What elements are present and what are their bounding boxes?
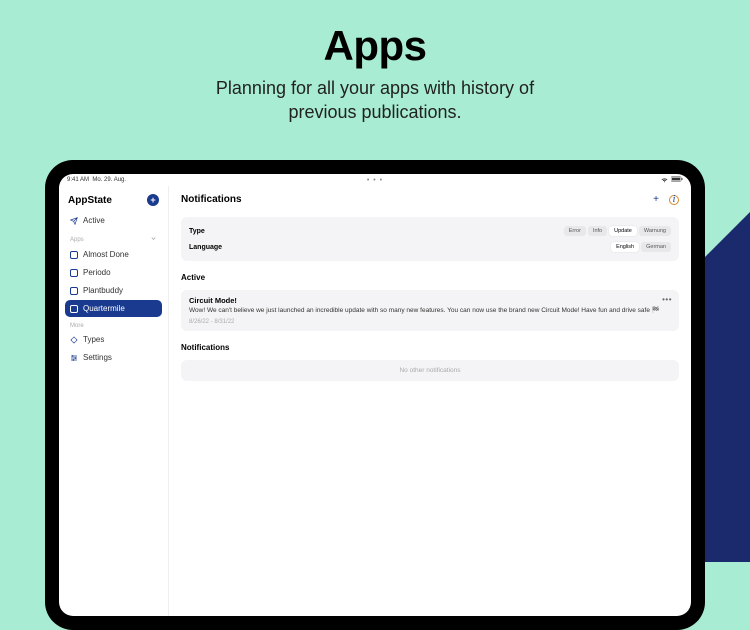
sidebar: AppState + Active Apps bbox=[59, 186, 169, 616]
status-bar: 9:41 AM Mo. 29. Aug. • • • bbox=[59, 174, 691, 186]
sidebar-item-label: Quartermile bbox=[83, 304, 125, 313]
paper-plane-icon bbox=[70, 217, 78, 225]
empty-text: No other notifications bbox=[399, 367, 460, 374]
sidebar-item-label: Settings bbox=[83, 353, 112, 362]
app-item-icon bbox=[70, 287, 78, 295]
app-item-icon bbox=[70, 251, 78, 259]
more-icon[interactable]: ••• bbox=[662, 295, 672, 304]
app-body: AppState + Active Apps bbox=[59, 186, 691, 616]
sidebar-item-plantbuddy[interactable]: Plantbuddy bbox=[65, 282, 162, 299]
filter-row-language: Language English German bbox=[189, 239, 671, 255]
hero-subtitle: Planning for all your apps with history … bbox=[0, 76, 750, 125]
type-chip-group: Error Info Update Warnung bbox=[564, 226, 671, 236]
chip-error[interactable]: Error bbox=[564, 226, 586, 236]
main-content: Notifications + i Type Error Info Update… bbox=[169, 186, 691, 616]
chevron-down-icon bbox=[150, 235, 157, 244]
sidebar-item-label: Periodo bbox=[83, 268, 111, 277]
chip-update[interactable]: Update bbox=[609, 226, 637, 236]
language-chip-group: English German bbox=[611, 242, 671, 252]
add-button[interactable]: + bbox=[147, 194, 159, 206]
sidebar-header: AppState + bbox=[65, 192, 162, 212]
sidebar-item-settings[interactable]: Settings bbox=[65, 349, 162, 366]
sidebar-section-apps[interactable]: Apps bbox=[65, 230, 162, 246]
empty-notifications-panel: No other notifications bbox=[181, 360, 679, 381]
main-actions: + i bbox=[653, 194, 679, 205]
target-icon bbox=[70, 336, 78, 344]
battery-icon bbox=[671, 176, 683, 184]
chip-english[interactable]: English bbox=[611, 242, 639, 252]
notification-title: Circuit Mode! bbox=[189, 296, 671, 305]
ipad-frame: 9:41 AM Mo. 29. Aug. • • • AppState + bbox=[45, 160, 705, 630]
multitask-dots-icon[interactable]: • • • bbox=[367, 177, 383, 184]
sidebar-item-almost-done[interactable]: Almost Done bbox=[65, 246, 162, 263]
info-icon[interactable]: i bbox=[669, 195, 679, 205]
wifi-icon bbox=[661, 176, 668, 185]
sliders-icon bbox=[70, 354, 78, 362]
sidebar-section-more: More bbox=[65, 318, 162, 331]
main-header: Notifications + i bbox=[181, 192, 679, 209]
sidebar-item-label: Almost Done bbox=[83, 250, 129, 259]
sidebar-item-active[interactable]: Active bbox=[65, 212, 162, 229]
hero-section: Apps Planning for all your apps with his… bbox=[0, 0, 750, 125]
filter-label-language: Language bbox=[189, 244, 222, 251]
hero-title: Apps bbox=[0, 22, 750, 70]
notification-body: Wow! We can't believe we just launched a… bbox=[189, 307, 671, 315]
sidebar-item-periodo[interactable]: Periodo bbox=[65, 264, 162, 281]
ipad-screen: 9:41 AM Mo. 29. Aug. • • • AppState + bbox=[59, 174, 691, 616]
filter-panel: Type Error Info Update Warnung Language … bbox=[181, 217, 679, 261]
notification-date: 8/26/22 - 8/31/22 bbox=[189, 319, 671, 325]
sidebar-item-types[interactable]: Types bbox=[65, 331, 162, 348]
chip-warning[interactable]: Warnung bbox=[639, 226, 671, 236]
section-heading-active: Active bbox=[181, 273, 679, 282]
sidebar-item-label: Active bbox=[83, 216, 105, 225]
sidebar-item-label: Types bbox=[83, 335, 104, 344]
chip-info[interactable]: Info bbox=[588, 226, 607, 236]
sidebar-item-quartermile[interactable]: Quartermile bbox=[65, 300, 162, 317]
section-heading-notifications: Notifications bbox=[181, 343, 679, 352]
status-indicators bbox=[661, 176, 683, 185]
sidebar-item-label: Plantbuddy bbox=[83, 286, 123, 295]
add-notification-button[interactable]: + bbox=[653, 194, 659, 205]
app-title: AppState bbox=[68, 195, 112, 206]
filter-label-type: Type bbox=[189, 228, 205, 235]
chip-german[interactable]: German bbox=[641, 242, 671, 252]
page-title: Notifications bbox=[181, 194, 242, 205]
status-time-date: 9:41 AM Mo. 29. Aug. bbox=[67, 177, 126, 183]
app-item-icon bbox=[70, 305, 78, 313]
notification-card[interactable]: ••• Circuit Mode! Wow! We can't believe … bbox=[181, 290, 679, 331]
filter-row-type: Type Error Info Update Warnung bbox=[189, 223, 671, 239]
app-item-icon bbox=[70, 269, 78, 277]
